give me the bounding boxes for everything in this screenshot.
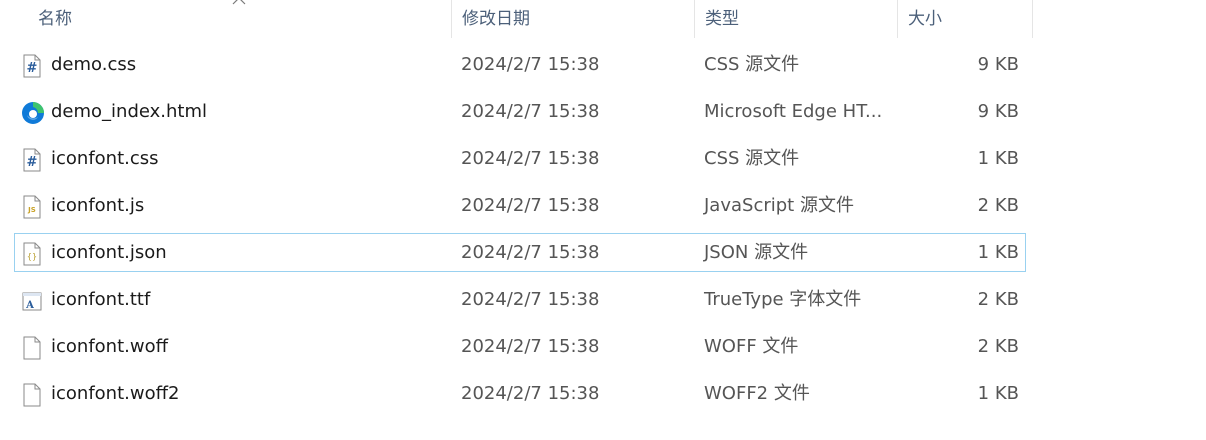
file-row[interactable]: {} iconfont.json 2024/2/7 15:38 JSON 源文件 1 K… <box>14 233 1026 272</box>
file-size: 2 KB <box>977 195 1019 216</box>
file-type: CSS 源文件 <box>704 54 800 75</box>
file-type: WOFF2 文件 <box>704 383 810 404</box>
file-size: 2 KB <box>977 336 1019 357</box>
file-size: 9 KB <box>977 54 1019 75</box>
blank-file-icon <box>21 383 43 407</box>
file-modified-date: 2024/2/7 15:38 <box>461 195 600 216</box>
svg-text:#: # <box>27 155 38 170</box>
column-header-bar: 名称 修改日期 类型 大小 <box>0 0 1206 38</box>
file-type: Microsoft Edge HT... <box>704 101 883 122</box>
file-name: iconfont.ttf <box>51 289 151 310</box>
css-file-icon: # <box>21 148 43 172</box>
file-size: 9 KB <box>977 101 1019 122</box>
file-row[interactable]: Aiconfont.ttf 2024/2/7 15:38 TrueType 字体文件… <box>14 280 1026 319</box>
file-row[interactable]: JS iconfont.js 2024/2/7 15:38 JavaScript 源文… <box>14 186 1026 225</box>
column-header-type[interactable]: 类型 <box>695 0 898 38</box>
file-name: demo_index.html <box>51 101 208 122</box>
file-type: JSON 源文件 <box>704 242 809 263</box>
blank-file-icon <box>21 336 43 360</box>
file-modified-date: 2024/2/7 15:38 <box>461 383 600 404</box>
file-row[interactable]: iconfont.woff 2024/2/7 15:38 WOFF 文件 2 KB <box>14 327 1026 366</box>
css-file-icon: # <box>21 54 43 78</box>
svg-text:{}: {} <box>27 252 37 261</box>
file-size: 1 KB <box>977 383 1019 404</box>
font-file-icon: A <box>21 289 43 313</box>
column-header-date[interactable]: 修改日期 <box>452 0 695 38</box>
file-modified-date: 2024/2/7 15:38 <box>461 148 600 169</box>
file-type: TrueType 字体文件 <box>704 289 862 310</box>
file-type: CSS 源文件 <box>704 148 800 169</box>
file-type: JavaScript 源文件 <box>704 195 854 216</box>
file-modified-date: 2024/2/7 15:38 <box>461 54 600 75</box>
svg-text:JS: JS <box>27 206 36 214</box>
svg-text:A: A <box>25 300 34 311</box>
edge-html-file-icon <box>21 101 44 125</box>
file-modified-date: 2024/2/7 15:38 <box>461 101 600 122</box>
file-name: iconfont.json <box>51 242 167 263</box>
file-modified-date: 2024/2/7 15:38 <box>461 242 600 263</box>
file-type: WOFF 文件 <box>704 336 799 357</box>
sort-ascending-icon <box>232 0 246 5</box>
file-name: iconfont.woff2 <box>51 383 180 404</box>
file-name: iconfont.woff <box>51 336 168 357</box>
file-size: 1 KB <box>977 242 1019 263</box>
column-header-size[interactable]: 大小 <box>898 0 1033 38</box>
file-name: iconfont.css <box>51 148 159 169</box>
file-row[interactable]: # iconfont.css 2024/2/7 15:38 CSS 源文件 1 KB <box>14 139 1026 178</box>
json-file-icon: {} <box>21 242 43 266</box>
file-modified-date: 2024/2/7 15:38 <box>461 289 600 310</box>
file-row[interactable]: demo_index.html 2024/2/7 15:38 Microsoft E… <box>14 92 1026 131</box>
svg-text:#: # <box>27 61 38 76</box>
file-row[interactable]: iconfont.woff2 2024/2/7 15:38 WOFF2 文件 1 KB <box>14 374 1026 413</box>
file-row[interactable]: # demo.css 2024/2/7 15:38 CSS 源文件 9 KB <box>14 45 1026 84</box>
file-size: 2 KB <box>977 289 1019 310</box>
file-modified-date: 2024/2/7 15:38 <box>461 336 600 357</box>
js-file-icon: JS <box>21 195 43 219</box>
file-size: 1 KB <box>977 148 1019 169</box>
file-name: demo.css <box>51 54 137 75</box>
file-name: iconfont.js <box>51 195 145 216</box>
